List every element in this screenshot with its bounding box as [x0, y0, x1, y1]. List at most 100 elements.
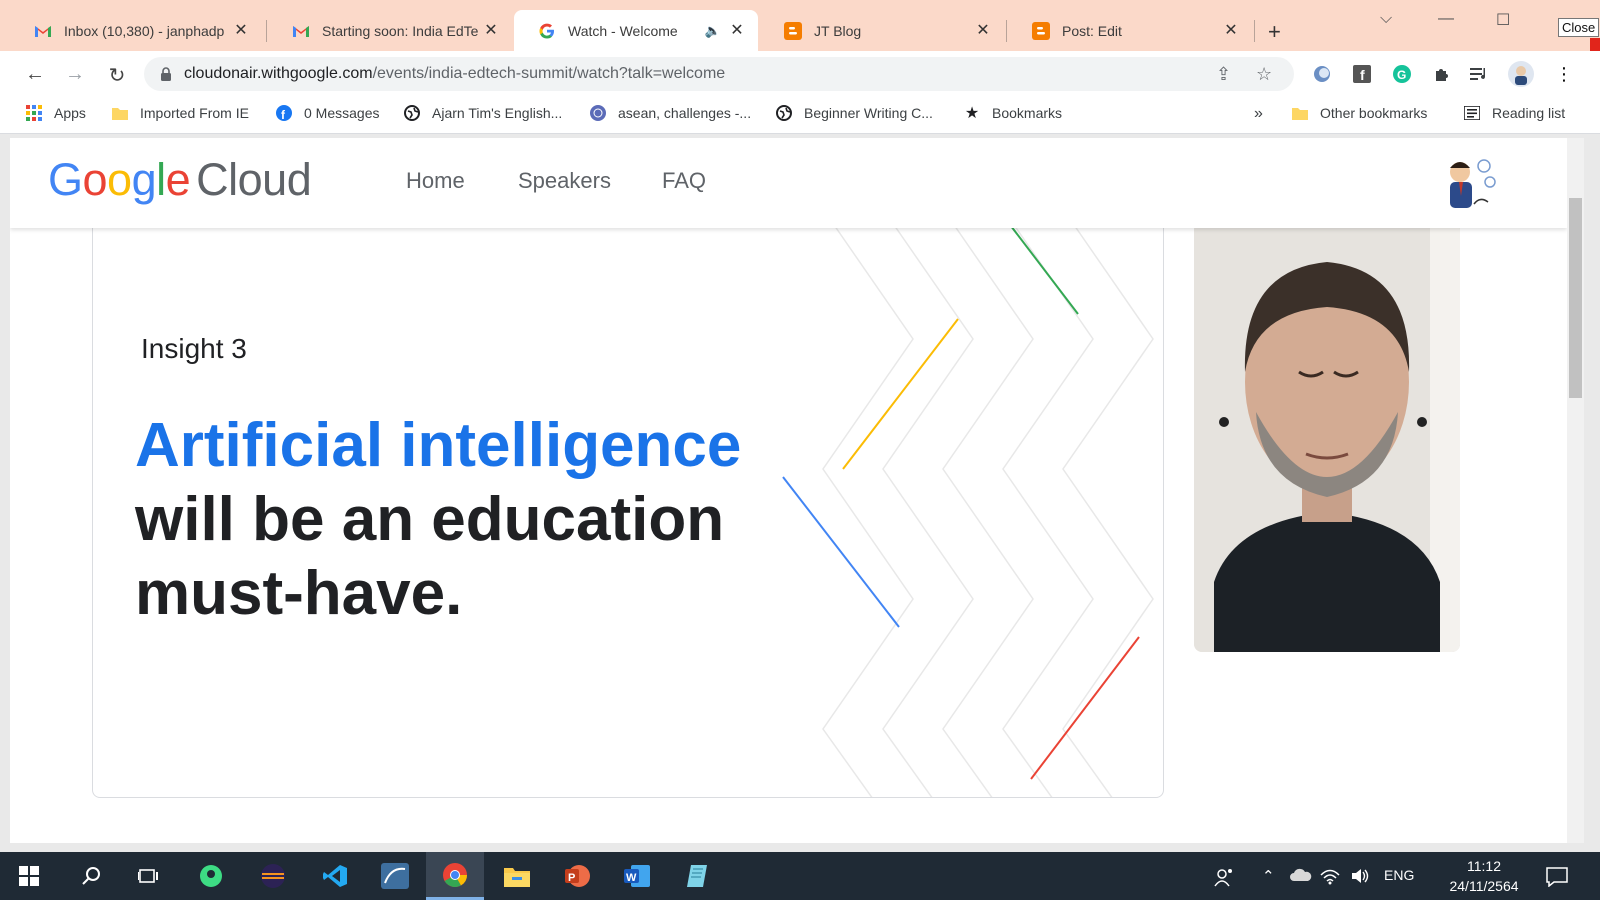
start-windows-icon[interactable] — [0, 852, 58, 900]
media-control-icon[interactable] — [1470, 64, 1490, 84]
browser-menu-icon[interactable]: ⋮ — [1554, 64, 1574, 84]
other-bookmarks-label: Other bookmarks — [1320, 105, 1428, 121]
folder-icon — [1292, 105, 1308, 121]
bookmark-label: asean, challenges -... — [618, 105, 752, 121]
bookmark-star-icon[interactable]: ☆ — [1256, 64, 1272, 85]
onedrive-icon[interactable] — [1290, 867, 1312, 887]
presentation-slide: Insight 3 Artificial intelligence will b… — [92, 208, 1164, 798]
svg-text:W: W — [626, 872, 637, 884]
facebook-icon: f — [276, 105, 292, 121]
bookmark-label: Imported From IE — [140, 105, 249, 121]
other-bookmarks[interactable]: Other bookmarks — [1292, 105, 1427, 121]
bookmark-imported-from-ie[interactable]: Imported From IE — [112, 105, 249, 121]
bookmark-label: Bookmarks — [992, 105, 1063, 121]
maximize-icon[interactable]: ☐ — [1496, 10, 1510, 30]
speaker-audio-icon[interactable]: 🔈 — [704, 22, 722, 40]
tab-gmail-inbox[interactable]: Inbox (10,380) - janphadp ✕ — [10, 10, 262, 51]
mysql-workbench-icon[interactable] — [366, 852, 424, 900]
apps-grid-icon — [26, 105, 42, 121]
tab-title: Post: Edit — [1062, 22, 1122, 39]
powerpoint-icon[interactable]: P — [548, 852, 606, 900]
lock-icon — [160, 67, 172, 81]
web-page: Google Cloud Home Speakers FAQ Insight 3… — [10, 138, 1567, 843]
reading-list-label: Reading list — [1492, 105, 1566, 121]
grammarly-icon[interactable]: G — [1392, 64, 1412, 84]
wifi-icon[interactable] — [1320, 867, 1340, 889]
bookmark-label: Apps — [54, 105, 86, 121]
close-tab-icon[interactable]: ✕ — [1222, 22, 1240, 40]
show-hidden-icons-icon[interactable]: ⌃ — [1262, 867, 1275, 885]
extensions-puzzle-icon[interactable] — [1432, 64, 1452, 84]
extension-circle-icon[interactable] — [1312, 64, 1332, 84]
headline-line-2: will be an education — [135, 485, 725, 554]
chrome-taskbar-icon[interactable] — [426, 852, 484, 900]
new-tab-icon[interactable]: + — [1268, 20, 1281, 44]
maps-app-icon[interactable] — [182, 852, 240, 900]
bookmarks-overflow-icon[interactable]: » — [1254, 105, 1263, 123]
vscode-icon[interactable] — [306, 852, 364, 900]
bookmark-label: Ajarn Tim's English... — [432, 105, 563, 121]
language-indicator[interactable]: ENG — [1384, 867, 1414, 883]
tab-title: Watch - Welcome — [568, 22, 678, 39]
task-view-icon[interactable] — [120, 852, 178, 900]
tab-search-icon[interactable]: ⌵ — [1380, 10, 1392, 28]
nav-speakers[interactable]: Speakers — [518, 168, 611, 194]
bookmark-ajarn-tim[interactable]: Ajarn Tim's English... — [404, 105, 562, 121]
blogger-icon — [1032, 21, 1050, 40]
tab-gmail-starting-soon[interactable]: Starting soon: India EdTe ✕ — [268, 10, 512, 51]
gmail-icon — [34, 22, 52, 40]
page-scrollbar[interactable] — [1567, 138, 1584, 843]
scrollbar-thumb[interactable] — [1569, 198, 1582, 398]
speaker-video[interactable] — [1194, 222, 1460, 652]
gmail-icon — [292, 22, 310, 40]
profile-avatar[interactable] — [1508, 61, 1534, 87]
headline-line-3: must-have. — [135, 559, 463, 628]
url-host: cloudonair.withgoogle.com — [184, 65, 373, 82]
tab-post-edit[interactable]: Post: Edit ✕ — [1008, 10, 1252, 51]
reading-list[interactable]: Reading list — [1464, 105, 1565, 121]
people-icon[interactable] — [1214, 867, 1234, 891]
bookmark-asean[interactable]: asean, challenges -... — [590, 105, 751, 121]
tab-jt-blog[interactable]: JT Blog ✕ — [760, 10, 1004, 51]
close-tab-icon[interactable]: ✕ — [974, 22, 992, 40]
logo-letter-l: l — [156, 154, 166, 205]
bookmark-bookmarks[interactable]: ★ Bookmarks — [964, 105, 1063, 122]
nav-home[interactable]: Home — [406, 168, 465, 194]
eclipse-icon[interactable] — [244, 852, 302, 900]
bookmark-messages[interactable]: f 0 Messages — [276, 105, 379, 121]
clock-date: 24/11/2564 — [1449, 878, 1519, 894]
nav-faq[interactable]: FAQ — [662, 168, 706, 194]
address-bar[interactable]: cloudonair.withgoogle.com/events/india-e… — [144, 57, 1294, 91]
bookmark-label: 0 Messages — [304, 105, 380, 121]
bookmark-apps[interactable]: Apps — [26, 105, 86, 121]
reload-icon[interactable]: ↻ — [106, 63, 128, 88]
facebook-extension-icon[interactable]: f — [1352, 64, 1372, 84]
google-cloud-logo[interactable]: Google Cloud — [48, 154, 312, 206]
site-header: Google Cloud Home Speakers FAQ — [10, 138, 1567, 228]
close-tab-icon[interactable]: ✕ — [728, 22, 746, 40]
search-icon[interactable] — [62, 852, 120, 900]
logo-letter-g2: g — [131, 154, 157, 205]
word-icon[interactable]: W — [608, 852, 666, 900]
close-tooltip: Close — [1558, 18, 1600, 37]
share-icon[interactable]: ⇪ — [1216, 64, 1231, 85]
bookmark-label: Beginner Writing C... — [804, 105, 933, 121]
back-icon[interactable]: ← — [24, 63, 46, 86]
notifications-icon[interactable] — [1546, 867, 1568, 891]
logo-letter-o2: o — [107, 154, 132, 205]
volume-icon[interactable] — [1350, 867, 1370, 889]
tab-watch-welcome[interactable]: Watch - Welcome 🔈 ✕ — [514, 10, 758, 51]
system-clock[interactable]: 11:12 24/11/2564 — [1436, 856, 1532, 896]
minimize-icon[interactable]: — — [1438, 10, 1454, 28]
tab-title: JT Blog — [814, 22, 862, 39]
file-explorer-icon[interactable] — [488, 852, 546, 900]
user-avatar[interactable] — [1438, 154, 1498, 214]
forward-icon[interactable]: → — [64, 63, 86, 86]
bookmark-beginner-writing[interactable]: Beginner Writing C... — [776, 105, 933, 121]
close-tab-icon[interactable]: ✕ — [482, 22, 500, 40]
reading-list-icon — [1464, 105, 1480, 121]
globe-icon — [776, 105, 792, 121]
close-tab-icon[interactable]: ✕ — [232, 22, 250, 40]
tab-strip: Inbox (10,380) - janphadp ✕ Starting soo… — [0, 0, 1600, 58]
notepad-icon[interactable] — [670, 852, 728, 900]
